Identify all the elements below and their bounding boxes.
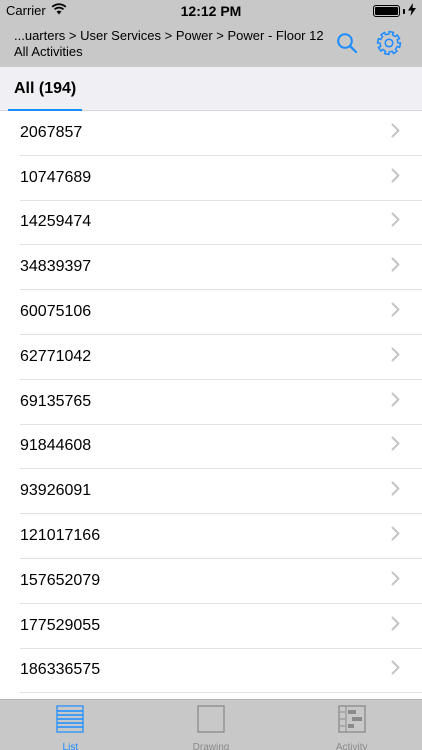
- tab-strip: All (194): [0, 67, 422, 112]
- chevron-right-icon: [391, 123, 400, 143]
- chevron-right-icon: [391, 257, 400, 277]
- list-item[interactable]: 34839397: [20, 245, 422, 291]
- chevron-right-icon: [391, 526, 400, 546]
- list-item-label: 157652079: [20, 571, 101, 589]
- activity-icon: [338, 705, 366, 738]
- list-item[interactable]: 60075106: [20, 290, 422, 335]
- page-subtitle: All Activities: [14, 44, 83, 59]
- tab-all[interactable]: All (194): [8, 67, 83, 112]
- list-item-label: 14259474: [20, 213, 92, 231]
- list-item-label: 2067857: [20, 123, 83, 141]
- drawing-icon: [197, 705, 225, 738]
- tabbar-label-drawing: Drawing: [192, 742, 230, 750]
- list-item[interactable]: 14259474: [20, 201, 422, 246]
- battery-cap: [403, 8, 405, 14]
- status-bar: Carrier 12:12 PM: [0, 0, 422, 22]
- list-item[interactable]: 186336575: [20, 649, 422, 694]
- tabbar-label-activity: Activity: [335, 742, 368, 750]
- search-icon: [336, 32, 358, 59]
- list-item[interactable]: 10747689: [20, 156, 422, 201]
- tabbar-item-activity[interactable]: Activity: [281, 700, 422, 750]
- list-item[interactable]: 91844608: [20, 425, 422, 470]
- battery-fill: [375, 7, 398, 15]
- chevron-right-icon: [391, 302, 400, 322]
- tab-all-label: All (194): [14, 80, 77, 97]
- chevron-right-icon: [391, 168, 400, 188]
- list-item-label: 62771042: [20, 347, 92, 365]
- charging-icon: [408, 3, 416, 19]
- list-item[interactable]: 121017166: [20, 514, 422, 559]
- chevron-right-icon: [391, 481, 400, 501]
- chevron-right-icon: [391, 660, 400, 680]
- chevron-right-icon: [391, 436, 400, 456]
- settings-button[interactable]: [374, 30, 404, 60]
- list-item-label: 186336575: [20, 661, 101, 679]
- tabbar-item-drawing[interactable]: Drawing: [141, 700, 282, 750]
- list-item[interactable]: 2067857: [20, 111, 422, 156]
- activity-list[interactable]: 2067857 10747689 14259474 34839397 60075106 6…: [0, 111, 422, 699]
- status-time: 12:12 PM: [180, 3, 242, 19]
- gear-icon: [376, 30, 402, 61]
- tabbar-label-list: List: [62, 742, 79, 750]
- bottom-tab-bar: List Drawing Activity: [0, 699, 422, 750]
- chevron-right-icon: [391, 392, 400, 412]
- list-item-label: 34839397: [20, 258, 92, 276]
- battery-icon: [373, 5, 400, 17]
- chevron-right-icon: [391, 616, 400, 636]
- list-item[interactable]: 69135765: [20, 380, 422, 425]
- list-item-label: 69135765: [20, 392, 92, 410]
- header: ...uarters > User Services > Power > Pow…: [0, 22, 422, 67]
- list-item[interactable]: 177529055: [20, 604, 422, 649]
- search-button[interactable]: [332, 30, 362, 60]
- chevron-right-icon: [391, 347, 400, 367]
- chevron-right-icon: [391, 571, 400, 591]
- list-item[interactable]: 157652079: [20, 559, 422, 604]
- list-item[interactable]: 62771042: [20, 335, 422, 380]
- list-icon: [56, 705, 84, 738]
- list-item-label: 93926091: [20, 482, 92, 500]
- status-right: [373, 3, 416, 19]
- list-item[interactable]: 93926091: [20, 469, 422, 515]
- chevron-right-icon: [391, 212, 400, 232]
- list-item-label: 60075106: [20, 303, 92, 321]
- breadcrumb[interactable]: ...uarters > User Services > Power > Pow…: [14, 28, 324, 43]
- tabbar-item-list[interactable]: List: [0, 700, 141, 750]
- list-item-label: 91844608: [20, 437, 92, 455]
- list-item-label: 121017166: [20, 527, 101, 545]
- list-item-label: 177529055: [20, 616, 101, 634]
- list-item-label: 10747689: [20, 168, 92, 186]
